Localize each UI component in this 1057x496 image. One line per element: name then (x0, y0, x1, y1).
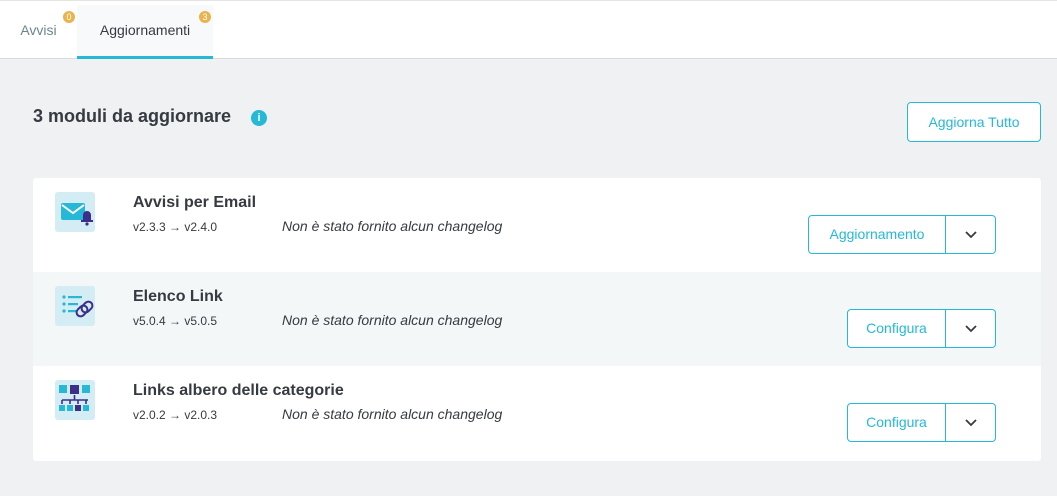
chevron-down-icon (965, 419, 977, 427)
tab-label: Avvisi (20, 22, 57, 38)
module-row: Avvisi per Email v2.3.3 → v2.4.0 Non è s… (33, 178, 1041, 272)
dropdown-toggle-button[interactable] (946, 403, 996, 442)
module-version: v2.3.3 → v2.4.0 (133, 220, 218, 234)
module-action-group: Configura (847, 309, 996, 348)
module-version: v2.0.2 → v2.0.3 (133, 408, 218, 422)
module-name: Elenco Link (133, 288, 223, 305)
tab-bar: Avvisi 0 Aggiornamenti 3 (0, 0, 1057, 59)
update-all-button[interactable]: Aggiorna Tutto (907, 102, 1041, 142)
chevron-down-icon (965, 231, 977, 239)
category-tree-icon (55, 380, 95, 420)
tab-label: Aggiornamenti (99, 22, 191, 38)
tab-badge: 0 (63, 11, 75, 23)
tab-badge: 3 (199, 11, 211, 23)
module-action-group: Configura (847, 403, 996, 442)
module-action-group: Aggiornamento (808, 215, 996, 254)
module-list: Avvisi per Email v2.3.3 → v2.4.0 Non è s… (33, 178, 1041, 461)
configure-button[interactable]: Configura (847, 403, 946, 442)
module-changelog: Non è stato fornito alcun changelog (282, 218, 503, 234)
chevron-down-icon (965, 325, 977, 333)
tab-aggiornamenti[interactable]: Aggiornamenti 3 (77, 5, 213, 59)
tab-avvisi[interactable]: Avvisi 0 (0, 5, 77, 59)
module-name: Links albero delle categorie (133, 382, 344, 399)
module-changelog: Non è stato fornito alcun changelog (282, 312, 503, 328)
dropdown-toggle-button[interactable] (946, 215, 996, 254)
module-row: Links albero delle categorie v2.0.2 → v2… (33, 366, 1041, 460)
module-changelog: Non è stato fornito alcun changelog (282, 406, 503, 422)
configure-button[interactable]: Configura (847, 309, 946, 348)
update-button[interactable]: Aggiornamento (808, 215, 946, 254)
info-icon[interactable]: i (251, 110, 267, 126)
section-title: 3 moduli da aggiornare (33, 106, 232, 126)
module-version: v5.0.4 → v5.0.5 (133, 314, 218, 328)
link-list-icon (55, 286, 95, 326)
dropdown-toggle-button[interactable] (946, 309, 996, 348)
email-alert-icon (55, 192, 95, 232)
module-name: Avvisi per Email (133, 194, 257, 211)
module-row: Elenco Link v5.0.4 → v5.0.5 Non è stato … (33, 272, 1041, 366)
